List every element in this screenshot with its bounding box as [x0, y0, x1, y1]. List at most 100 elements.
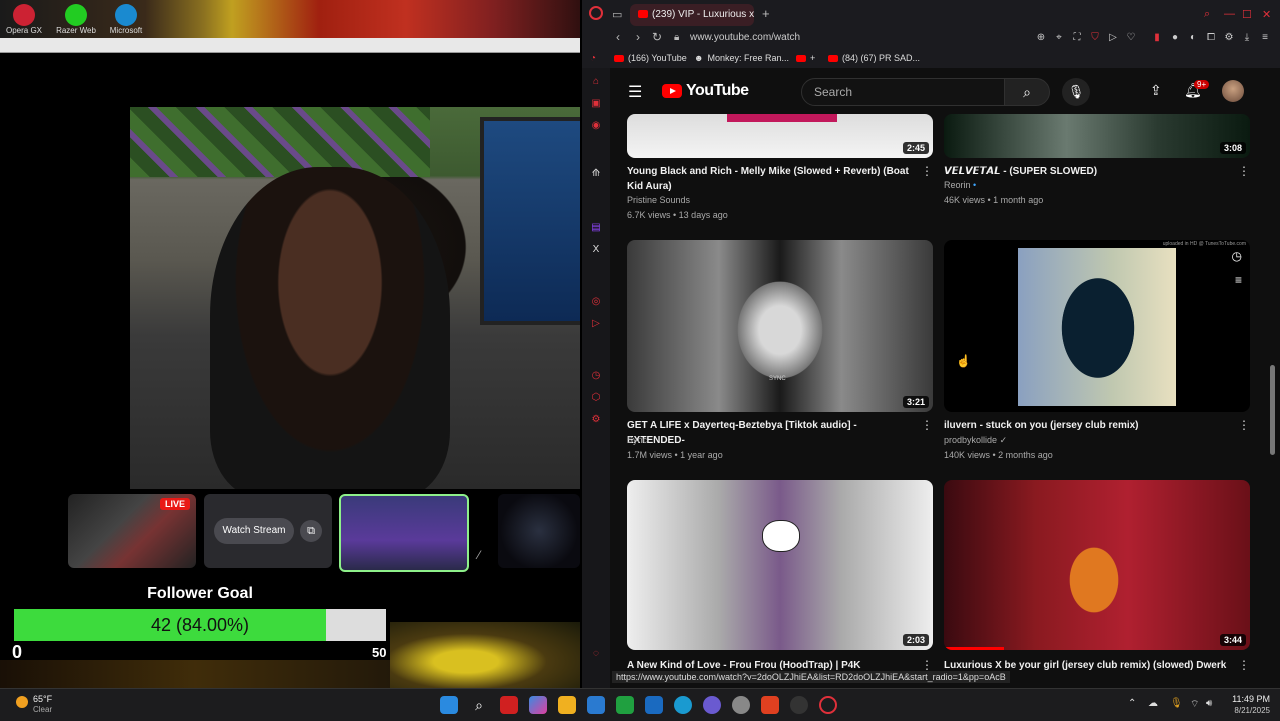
tab-island-icon[interactable]: ▭ [612, 8, 622, 21]
sidebar-history-icon[interactable]: ◷ [590, 370, 602, 381]
play-icon[interactable]: ▷ [1106, 32, 1120, 43]
video-channel[interactable]: Reorin • [944, 178, 976, 193]
sidebar-gx-icon[interactable]: ◌ [590, 648, 602, 659]
weather-condition[interactable]: Clear [33, 705, 52, 714]
clock-date[interactable]: 8/21/2025 [1220, 706, 1270, 715]
steam-icon[interactable]: ● [1168, 32, 1182, 43]
brave-icon[interactable] [761, 696, 779, 714]
stream-thumbnail-2[interactable]: Watch Stream ⧉ [204, 494, 332, 568]
sidebar-settings-icon[interactable]: ⚙ [590, 414, 602, 425]
vpn-icon[interactable]: ◐ [1186, 32, 1200, 43]
bookmark-plus[interactable]: + [796, 53, 815, 63]
opera-menu-icon[interactable] [589, 6, 603, 20]
youtube-logo-icon[interactable] [662, 84, 682, 98]
hamburger-menu-icon[interactable]: ☰ [628, 82, 642, 102]
weather-sun-icon[interactable] [16, 696, 28, 708]
tray-chevron-icon[interactable]: ⌃ [1128, 698, 1136, 709]
video-thumbnail[interactable]: 2:03 [627, 480, 933, 650]
video-title[interactable]: Young Black and Rich - Melly Mike (Slowe… [627, 164, 912, 194]
sidebar-play-icon[interactable]: ▷ [590, 318, 602, 329]
tab-youtube-active[interactable]: (239) VIP - Luxurious x Ju [630, 4, 754, 26]
close-icon[interactable]: ✕ [1262, 8, 1271, 21]
back-icon[interactable]: ‹ [616, 30, 620, 44]
edge-icon[interactable] [674, 696, 692, 714]
more-options-icon[interactable]: ⋮ [1238, 658, 1250, 672]
more-options-icon[interactable]: ⋮ [921, 658, 933, 672]
screenshot-icon[interactable]: ⛶ [1070, 32, 1084, 43]
heart-icon[interactable]: ♡ [1124, 32, 1138, 43]
stream-thumbnail-1[interactable]: LIVE [68, 494, 196, 568]
terminal-icon[interactable] [616, 696, 634, 714]
video-channel[interactable]: prodbykollide ✓ [944, 433, 1007, 448]
video-title[interactable]: 𝙑𝙀𝙇𝙑𝙀𝙏𝘼𝙇 - (SUPER SLOWED) [944, 164, 1229, 179]
search-icon[interactable]: ⌕ [470, 696, 488, 714]
watch-stream-button[interactable]: Watch Stream [214, 518, 294, 544]
mute-icon[interactable]: ⁄ [478, 548, 480, 562]
new-tab-icon[interactable]: + [762, 6, 770, 21]
opera-gx-desktop-shortcut[interactable]: Opera GX [4, 4, 44, 35]
sidebar-extensions-icon[interactable]: ⬡ [590, 392, 602, 403]
shield-icon[interactable]: ⛉ [1088, 32, 1102, 43]
taskbar-app-red-icon[interactable] [500, 696, 518, 714]
zoom-icon[interactable]: ⊕ [1034, 32, 1048, 43]
pin-icon[interactable]: ⌖ [1052, 32, 1066, 43]
maximize-icon[interactable]: ☐ [1242, 8, 1252, 21]
clock-time[interactable]: 11:49 PM [1224, 694, 1270, 704]
video-thumbnail[interactable]: SYNC 3:21 [627, 240, 933, 412]
start-icon[interactable] [440, 696, 458, 714]
url-field[interactable]: www.youtube.com/watch [690, 32, 800, 43]
video-channel[interactable]: Pristine Sounds [627, 193, 690, 208]
search-input[interactable]: Search [801, 78, 1005, 106]
forward-icon[interactable]: › [636, 30, 640, 44]
bookmark-youtube[interactable]: (166) YouTube [614, 53, 687, 63]
more-options-icon[interactable]: ⋮ [921, 164, 933, 178]
wifi-icon[interactable]: ⌔ [1190, 698, 1199, 711]
page-scrollbar[interactable] [1270, 365, 1275, 455]
upload-icon[interactable]: ⇪ [1150, 82, 1162, 99]
video-title[interactable]: iluvern - stuck on you (jersey club remi… [944, 418, 1229, 433]
puzzle-icon[interactable]: ⧠ [1204, 32, 1218, 43]
watch-later-icon[interactable]: ◷ [1232, 249, 1242, 263]
obs-icon[interactable] [790, 696, 808, 714]
discord-icon[interactable] [703, 696, 721, 714]
sidebar-arrow-icon[interactable]: ⟰ [590, 168, 602, 179]
onedrive-icon[interactable]: ☁ [1148, 698, 1158, 709]
sidebar-gx-control-icon[interactable]: ⌂ [590, 76, 602, 87]
youtube-logo-text[interactable]: YouTube [686, 82, 749, 100]
settings-icon[interactable]: ⚙ [1222, 32, 1236, 43]
razer-desktop-shortcut[interactable]: Razer Web [56, 4, 96, 35]
video-thumbnail[interactable]: 2:45 [627, 114, 933, 158]
store-icon[interactable] [587, 696, 605, 714]
download-icon[interactable]: ⤓ [1240, 32, 1254, 43]
picture-in-picture-icon[interactable]: ⧉ [300, 520, 322, 542]
add-to-queue-icon[interactable]: ≡ [1235, 273, 1242, 287]
outlook-icon[interactable] [645, 696, 663, 714]
video-thumbnail[interactable]: 3:08 [944, 114, 1250, 158]
bookmark-monkey[interactable]: ☻ Monkey: Free Ran... [694, 53, 789, 63]
stream-thumbnail-3[interactable] [339, 494, 469, 572]
gx-corner-icon[interactable]: ◔ [590, 53, 596, 64]
more-options-icon[interactable]: ⋮ [1238, 164, 1250, 178]
sidebar-twitch-purple-icon[interactable]: ▤ [590, 222, 602, 233]
more-options-icon[interactable]: ⋮ [1238, 418, 1250, 432]
opera-gx-taskbar-icon[interactable] [819, 696, 837, 714]
stream-thumbnail-4[interactable] [498, 494, 580, 568]
minimize-icon[interactable]: — [1224, 8, 1235, 20]
sidebar-discord-icon[interactable]: ◉ [590, 120, 602, 131]
search-tabs-icon[interactable]: ⌕ [1204, 8, 1210, 21]
video-thumbnail[interactable]: uploaded in HD @ TunesToTube.com ◷ ≡ [944, 240, 1250, 412]
microphone-tray-icon[interactable]: 🎙︎ [1170, 698, 1183, 709]
video-channel[interactable]: Sync [627, 433, 647, 448]
search-button[interactable]: ⌕ [1004, 78, 1050, 106]
lock-icon[interactable]: 🔒︎ [674, 32, 679, 43]
video-thumbnail[interactable]: 3:44 [944, 480, 1250, 650]
more-options-icon[interactable]: ⋮ [921, 418, 933, 432]
edge-desktop-shortcut[interactable]: Microsoft [106, 4, 146, 35]
video-title[interactable]: GET A LIFE x Dayerteq-Beztebya [Tiktok a… [627, 418, 912, 448]
sidebar-twitch-icon[interactable]: ▣ [590, 98, 602, 109]
easy-setup-icon[interactable]: ≡ [1258, 32, 1272, 43]
volume-icon[interactable]: 🔊︎ [1206, 698, 1212, 709]
voice-search-button[interactable]: 🎙︎ [1062, 78, 1090, 106]
weather-temperature[interactable]: 65°F [33, 694, 52, 704]
bookmark-pr-sad[interactable]: (84) (67) PR SAD... [828, 53, 920, 63]
